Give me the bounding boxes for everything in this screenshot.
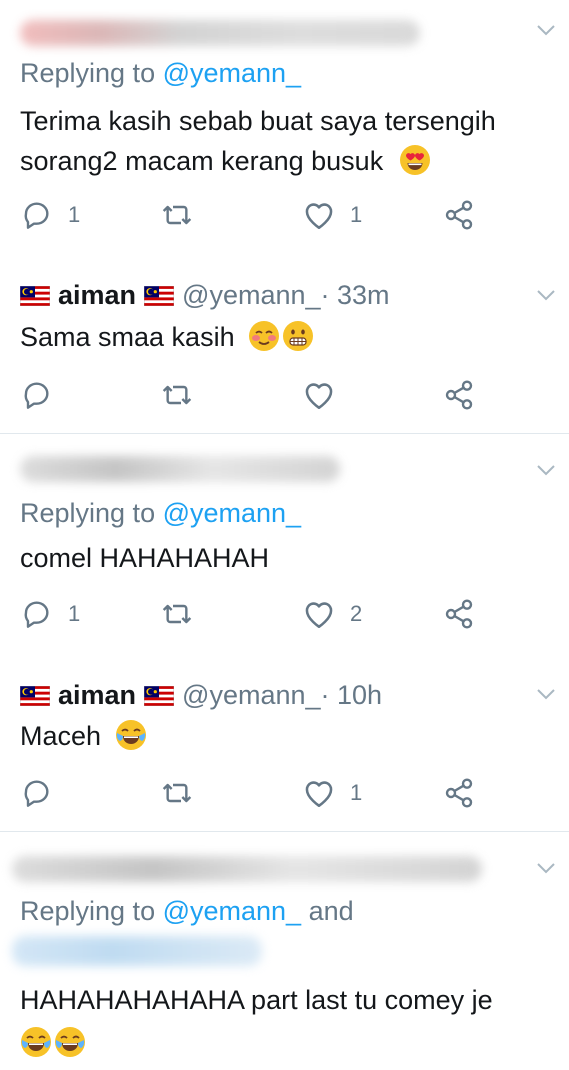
user-name[interactable]: aiman <box>58 680 136 711</box>
tweet-header: aiman @yemann_ · 33m <box>20 280 390 311</box>
chevron-down-icon[interactable] <box>537 24 555 36</box>
tweet-time: · 10h <box>320 680 383 710</box>
tweet-text-content: Sama smaa kasih <box>20 322 235 352</box>
retweet-icon <box>160 598 194 630</box>
retweet-button[interactable] <box>160 375 194 415</box>
replying-to-label: Replying to <box>20 498 163 528</box>
tweet-4[interactable]: aiman @yemann_ · 10h Maceh 1 <box>0 664 569 829</box>
replying-to-line: Replying to @yemann_ <box>20 58 301 89</box>
retweet-icon <box>160 777 194 809</box>
retweet-icon <box>160 199 194 231</box>
grimacing-emoji-icon <box>282 320 314 352</box>
user-name[interactable]: aiman <box>58 280 136 311</box>
tweet-text-content: HAHAHAHAHAHA part last tu comey je <box>20 985 493 1015</box>
replying-to-line: Replying to @yemann_ and <box>20 896 354 927</box>
retweet-icon <box>160 379 194 411</box>
reply-icon <box>22 199 54 231</box>
tweet-text: HAHAHAHAHAHA part last tu comey je <box>20 980 493 1060</box>
tweet-5[interactable]: Replying to @yemann_ and HAHAHAHAHAHA pa… <box>0 832 569 1070</box>
replying-to-suffix: and <box>301 896 354 926</box>
tweet-actions: 1 2 <box>0 594 569 634</box>
tweet-time: · 33m <box>320 280 390 310</box>
reply-button[interactable]: 1 <box>22 195 80 235</box>
share-button[interactable] <box>443 375 475 415</box>
tweet-text: Terima kasih sebab buat saya tersengih s… <box>20 101 496 181</box>
heart-icon <box>302 597 336 631</box>
tweet-text: Sama smaa kasih <box>20 317 314 357</box>
malaysia-flag-icon <box>144 686 174 706</box>
tweet-text-line-1: Terima kasih sebab buat saya tersengih <box>20 106 496 136</box>
heart-icon <box>302 776 336 810</box>
share-icon <box>443 777 475 809</box>
malaysia-flag-icon <box>20 686 50 706</box>
retweet-button[interactable] <box>160 773 194 813</box>
blurred-mention <box>12 936 262 966</box>
tweet-actions: 1 1 <box>0 195 569 235</box>
mention-link[interactable]: @yemann_ <box>163 58 301 88</box>
tweet-3[interactable]: Replying to @yemann_ comel HAHAHAHAH 1 2 <box>0 434 569 664</box>
replying-to-label: Replying to <box>20 58 163 88</box>
user-handle[interactable]: @yemann_ <box>182 280 320 311</box>
like-count: 1 <box>350 202 363 227</box>
like-count: 2 <box>350 601 363 626</box>
retweet-button[interactable] <box>160 594 194 634</box>
retweet-button[interactable] <box>160 195 194 235</box>
tears-of-joy-emoji-icon <box>115 719 147 751</box>
reply-icon <box>22 777 54 809</box>
reply-button[interactable]: 1 <box>22 594 80 634</box>
share-button[interactable] <box>443 594 475 634</box>
share-button[interactable] <box>443 195 475 235</box>
like-button[interactable]: 1 <box>302 773 362 813</box>
user-handle[interactable]: @yemann_ <box>182 680 320 711</box>
chevron-down-icon[interactable] <box>537 688 555 700</box>
blushing-emoji-icon <box>248 320 280 352</box>
mention-link[interactable]: @yemann_ <box>163 896 301 926</box>
malaysia-flag-icon <box>144 286 174 306</box>
chevron-down-icon[interactable] <box>537 464 555 476</box>
like-count: 1 <box>350 780 363 805</box>
reply-count: 1 <box>68 202 81 227</box>
like-button[interactable] <box>302 375 350 415</box>
heart-icon <box>302 378 336 412</box>
blurred-user-header <box>20 20 420 46</box>
blurred-user-header <box>12 856 482 882</box>
reply-count: 1 <box>68 601 81 626</box>
chevron-down-icon[interactable] <box>537 862 555 874</box>
blurred-user-header <box>20 456 340 482</box>
tears-of-joy-emoji-icon <box>20 1026 52 1058</box>
tweet-text-line-2: sorang2 macam kerang busuk <box>20 146 384 176</box>
share-icon <box>443 379 475 411</box>
like-button[interactable]: 2 <box>302 594 362 634</box>
tweet-actions: 1 <box>0 773 569 813</box>
tweet-2[interactable]: aiman @yemann_ · 33m Sama smaa kasih <box>0 265 569 430</box>
replying-to-line: Replying to @yemann_ <box>20 498 301 529</box>
tweet-header: aiman @yemann_ · 10h <box>20 680 382 711</box>
heart-eyes-emoji-icon <box>399 144 431 176</box>
tweet-text: Maceh <box>20 716 147 756</box>
replying-to-label: Replying to <box>20 896 163 926</box>
reply-icon <box>22 379 54 411</box>
tweet-actions <box>0 375 569 415</box>
heart-icon <box>302 198 336 232</box>
tweet-1[interactable]: Replying to @yemann_ Terima kasih sebab … <box>0 0 569 245</box>
chevron-down-icon[interactable] <box>537 289 555 301</box>
like-button[interactable]: 1 <box>302 195 362 235</box>
tweet-text: comel HAHAHAHAH <box>20 543 270 573</box>
reply-button[interactable] <box>22 773 68 813</box>
mention-link[interactable]: @yemann_ <box>163 498 301 528</box>
malaysia-flag-icon <box>20 286 50 306</box>
reply-button[interactable] <box>22 375 68 415</box>
share-icon <box>443 598 475 630</box>
tweet-text-content: Maceh <box>20 721 102 751</box>
share-icon <box>443 199 475 231</box>
tears-of-joy-emoji-icon <box>54 1026 86 1058</box>
reply-icon <box>22 598 54 630</box>
share-button[interactable] <box>443 773 475 813</box>
